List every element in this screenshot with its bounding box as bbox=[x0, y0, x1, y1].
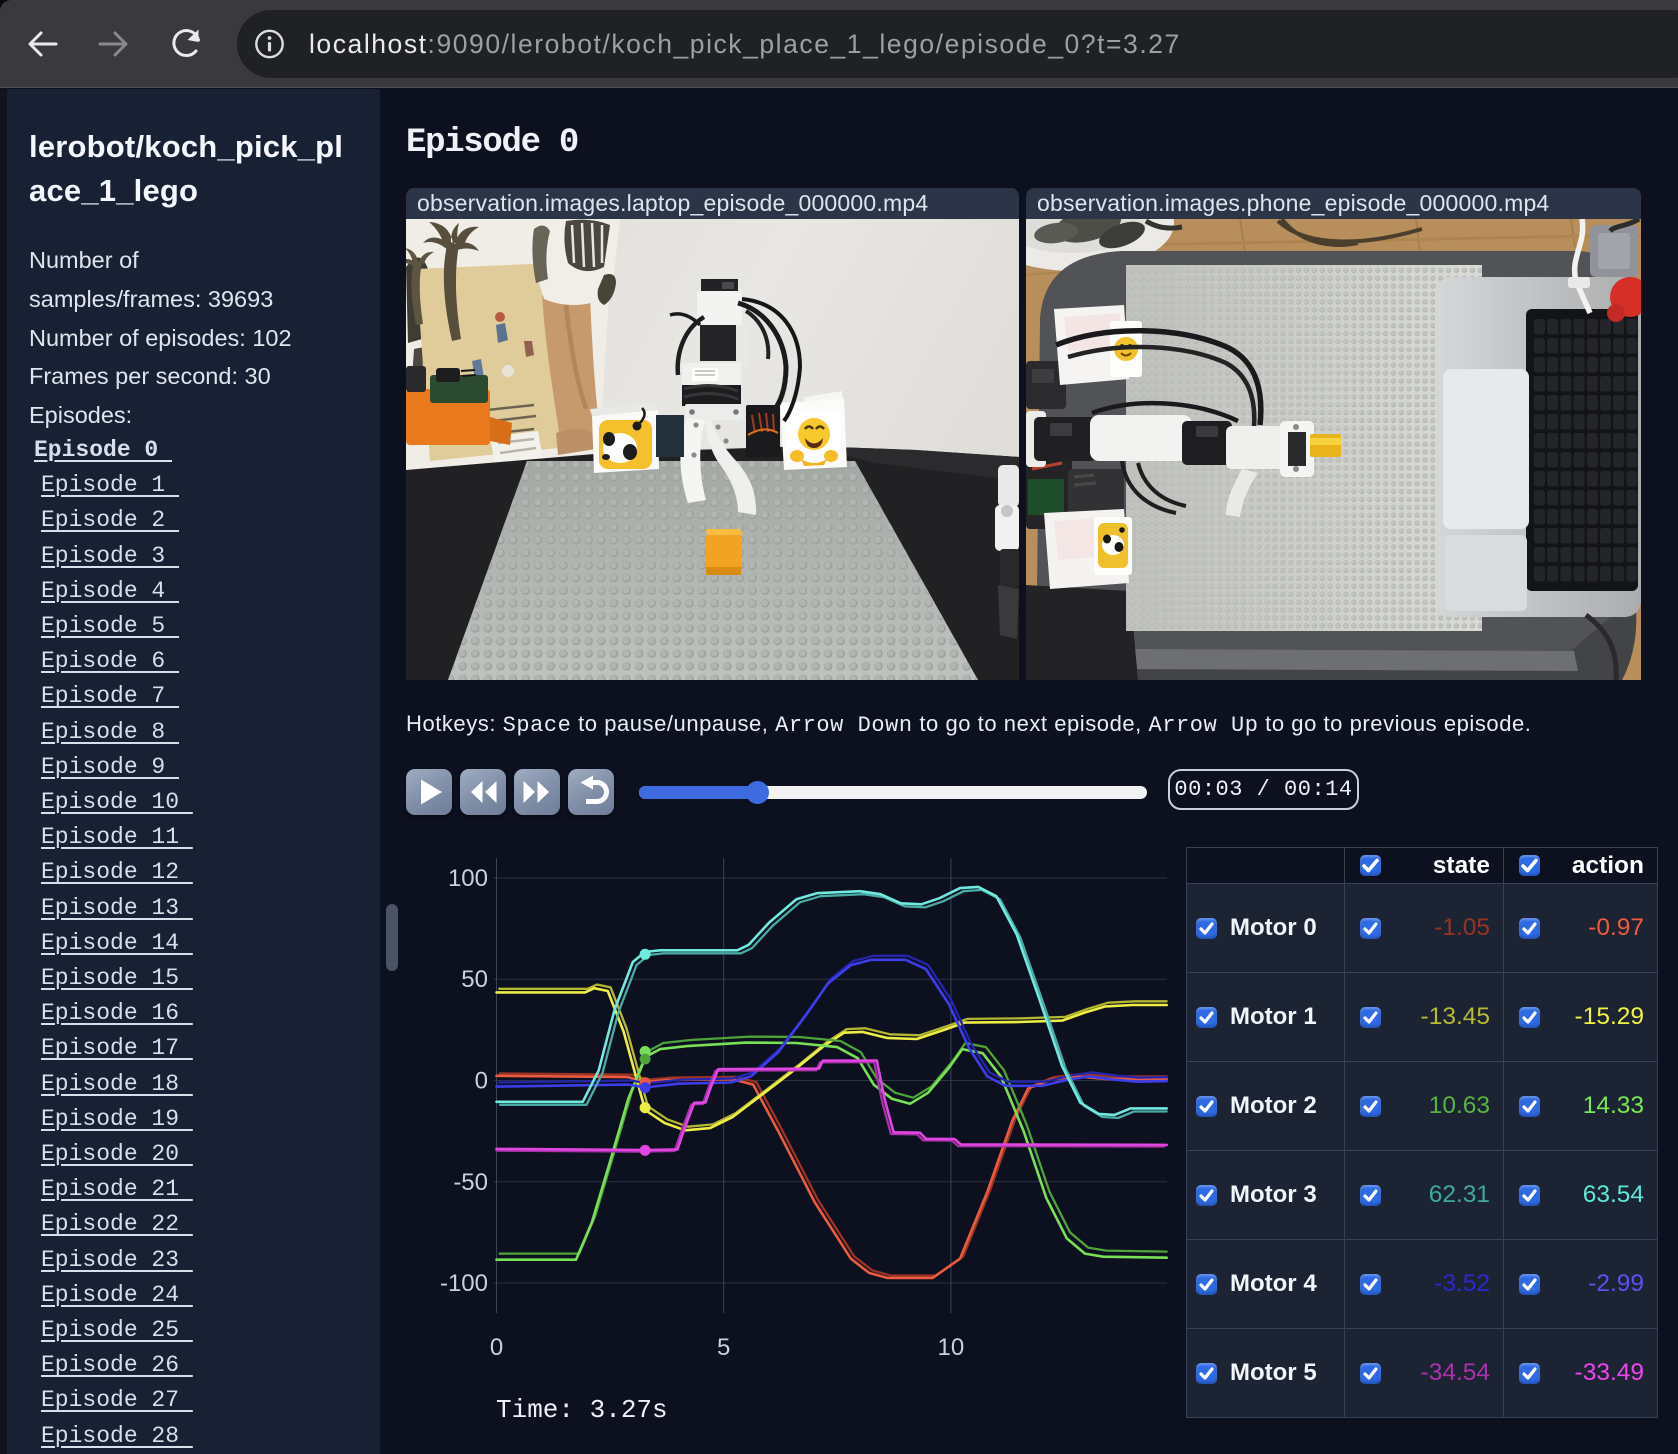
svg-text:5: 5 bbox=[717, 1334, 730, 1361]
svg-text:0: 0 bbox=[490, 1334, 503, 1361]
svg-text:-50: -50 bbox=[453, 1169, 488, 1196]
svg-text:Time: 3.27s: Time: 3.27s bbox=[496, 1395, 668, 1425]
svg-text:10: 10 bbox=[938, 1334, 965, 1361]
svg-text:100: 100 bbox=[448, 865, 488, 892]
svg-text:50: 50 bbox=[461, 966, 488, 993]
svg-text:0: 0 bbox=[475, 1068, 488, 1095]
svg-text:-100: -100 bbox=[440, 1270, 488, 1297]
